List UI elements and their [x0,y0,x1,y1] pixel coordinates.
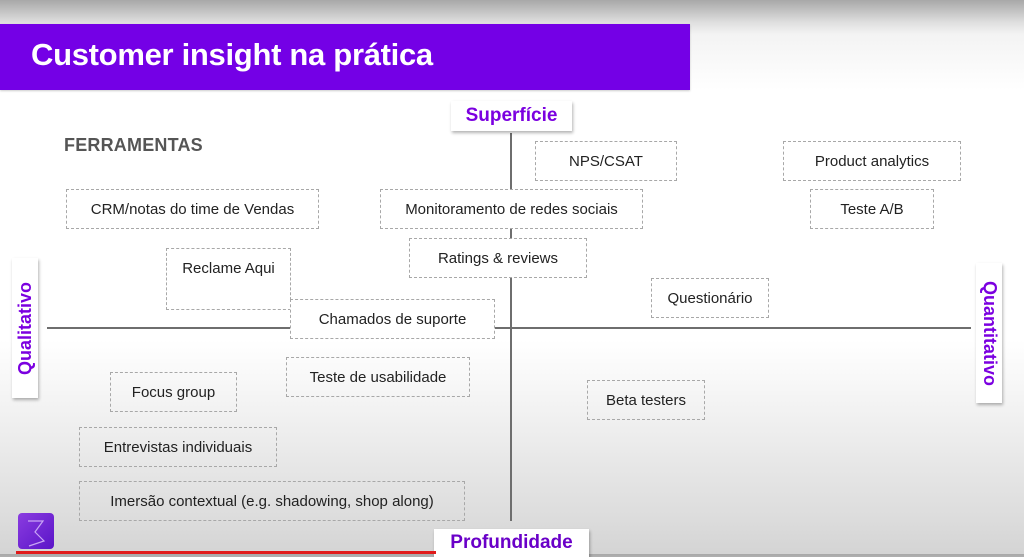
slide-title: Customer insight na prática [31,37,433,72]
axis-label-left: Qualitativo [12,258,38,398]
axis-label-bottom: Profundidade [434,529,589,557]
tool-box: Ratings & reviews [409,238,587,278]
tool-box: Entrevistas individuais [79,427,277,467]
axis-label-bottom-text: Profundidade [450,532,573,553]
brand-logo-icon [18,513,54,549]
axis-label-right: Quantitativo [976,263,1002,403]
axis-label-right-text: Quantitativo [979,280,1000,386]
tool-box: Imersão contextual (e.g. shadowing, shop… [79,481,465,521]
tool-box: Questionário [651,278,769,318]
tool-box: Teste de usabilidade [286,357,470,397]
title-bar: Customer insight na prática [0,24,690,90]
tool-box: NPS/CSAT [535,141,677,181]
tool-box: Product analytics [783,141,961,181]
section-label: FERRAMENTAS [64,135,203,155]
axis-label-top-text: Superfície [465,105,558,126]
tool-box: Chamados de suporte [290,299,495,339]
tool-box: Focus group [110,372,237,412]
tool-box: Reclame Aqui [166,248,291,310]
axis-label-top: Superfície [451,101,572,131]
tool-box: CRM/notas do time de Vendas [66,189,319,229]
horizontal-axis-line [47,327,971,329]
tool-box: Monitoramento de redes sociais [380,189,643,229]
tool-box: Beta testers [587,380,705,420]
tool-box: Teste A/B [810,189,934,229]
axis-label-left-text: Qualitativo [14,281,35,375]
